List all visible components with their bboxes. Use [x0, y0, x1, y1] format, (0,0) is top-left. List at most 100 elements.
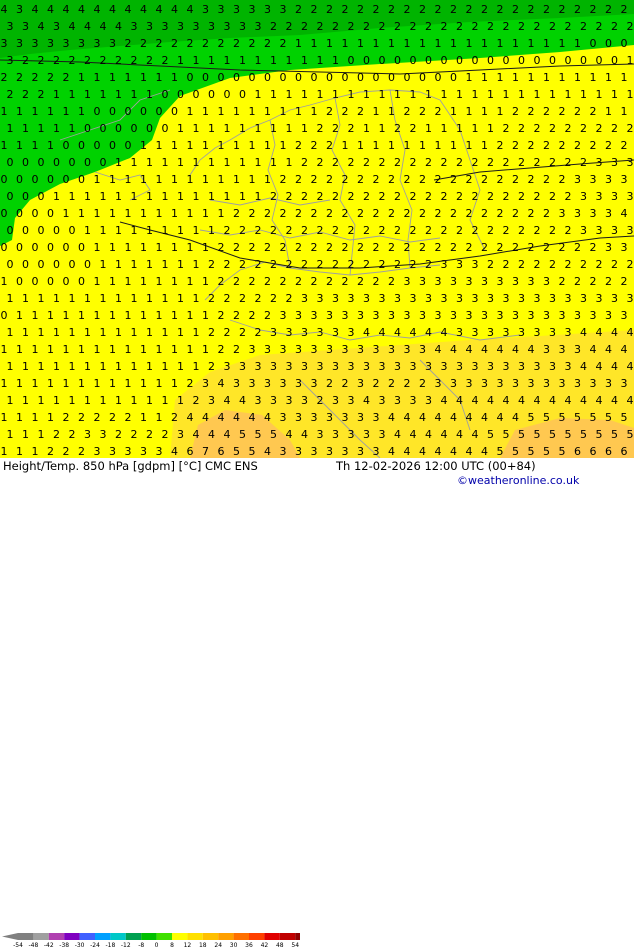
value-label: 1 — [47, 411, 54, 424]
credit-link[interactable]: ©weatheronline.co.uk — [457, 474, 579, 487]
value-label: 3 — [605, 173, 612, 186]
value-label: 2 — [115, 54, 122, 67]
value-label: 2 — [348, 258, 355, 271]
value-label: 1 — [140, 411, 147, 424]
value-label: 1 — [156, 343, 163, 356]
value-label: 3 — [627, 224, 634, 237]
value-label: 5 — [596, 428, 603, 441]
value-label: 3 — [202, 377, 209, 390]
value-label: 4 — [171, 445, 178, 458]
value-label: 1 — [115, 292, 122, 305]
value-label: 1 — [255, 156, 262, 169]
legend-tick-label: -18 — [105, 942, 115, 948]
value-label: 1 — [301, 54, 308, 67]
value-label: 3 — [280, 309, 287, 322]
value-label: 2 — [627, 258, 634, 271]
value-label: 3 — [425, 292, 432, 305]
value-label: 1 — [202, 105, 209, 118]
legend-tick-label: 24 — [214, 942, 222, 948]
value-label: 1 — [177, 190, 184, 203]
value-label: 1 — [487, 88, 494, 101]
value-label: 3 — [202, 3, 209, 16]
value-label: 2 — [621, 275, 628, 288]
value-label: 3 — [611, 292, 618, 305]
value-label: 2 — [580, 258, 587, 271]
value-label: 0 — [100, 156, 107, 169]
value-label: 3 — [528, 275, 535, 288]
value-label: 2 — [187, 377, 194, 390]
value-label: 0 — [125, 139, 132, 152]
value-label: 1 — [115, 394, 122, 407]
value-label: 2 — [394, 122, 401, 135]
weather-map: 4344444444444333333222222222222222222222… — [0, 0, 634, 458]
legend-tick-label: 42 — [261, 942, 269, 948]
legend-swatch — [187, 933, 203, 940]
legend-swatch — [295, 933, 300, 940]
value-label: 2 — [332, 122, 339, 135]
value-label: 1 — [218, 173, 225, 186]
legend-tick-label: -54 — [13, 942, 23, 948]
value-label: 4 — [512, 343, 519, 356]
value-label: 3 — [503, 360, 510, 373]
value-label: 4 — [466, 411, 473, 424]
value-label: 1 — [100, 326, 107, 339]
value-label: 3 — [605, 309, 612, 322]
legend-arrow-left — [2, 933, 18, 940]
value-label: 1 — [348, 88, 355, 101]
value-label: 2 — [394, 190, 401, 203]
value-label: 2 — [574, 275, 581, 288]
value-label: 1 — [78, 343, 85, 356]
value-label: 3 — [388, 343, 395, 356]
value-label: 3 — [94, 37, 101, 50]
value-label: 2 — [363, 258, 370, 271]
value-label: 4 — [621, 207, 628, 220]
value-label: 4 — [596, 360, 603, 373]
value-label: 2 — [233, 37, 240, 50]
value-label: 2 — [481, 207, 488, 220]
value-label: 4 — [472, 394, 479, 407]
value-label: 1 — [218, 139, 225, 152]
value-label: 2 — [512, 241, 519, 254]
value-label: 1 — [156, 71, 163, 84]
value-label: 1 — [140, 377, 147, 390]
value-label: 4 — [605, 343, 612, 356]
value-label: 2 — [301, 156, 308, 169]
value-label: 2 — [605, 275, 612, 288]
value-label: 2 — [394, 224, 401, 237]
value-label: 4 — [456, 428, 463, 441]
value-label: 3 — [332, 428, 339, 441]
value-label: 1 — [1, 139, 8, 152]
value-label: 1 — [156, 173, 163, 186]
value-label: 2 — [332, 190, 339, 203]
value-label: 0 — [565, 54, 572, 67]
value-label: 1 — [162, 360, 169, 373]
value-label: 2 — [528, 207, 535, 220]
value-label: 2 — [363, 156, 370, 169]
value-label: 1 — [301, 122, 308, 135]
value-label: 3 — [317, 360, 324, 373]
value-label: 2 — [621, 3, 628, 16]
value-label: 1 — [47, 139, 54, 152]
value-label: 2 — [466, 173, 473, 186]
value-label: 1 — [208, 156, 215, 169]
value-label: 1 — [63, 309, 70, 322]
legend-swatch — [18, 933, 34, 940]
value-label: 4 — [224, 394, 231, 407]
value-label: 1 — [218, 207, 225, 220]
value-label: 2 — [171, 411, 178, 424]
legend-tick-label: -38 — [59, 942, 69, 948]
value-label: 1 — [156, 377, 163, 390]
value-label: 1 — [518, 88, 525, 101]
value-label: 1 — [140, 241, 147, 254]
value-label: 1 — [16, 309, 23, 322]
value-label: 3 — [404, 275, 411, 288]
value-label: 2 — [410, 224, 417, 237]
value-label: 6 — [574, 445, 581, 458]
legend-tick-label: -8 — [138, 942, 144, 948]
value-label: 4 — [208, 428, 215, 441]
value-label: 2 — [146, 54, 153, 67]
value-label: 0 — [63, 139, 70, 152]
value-label: 1 — [171, 241, 178, 254]
value-label: 2 — [580, 20, 587, 33]
value-label: 2 — [249, 207, 256, 220]
